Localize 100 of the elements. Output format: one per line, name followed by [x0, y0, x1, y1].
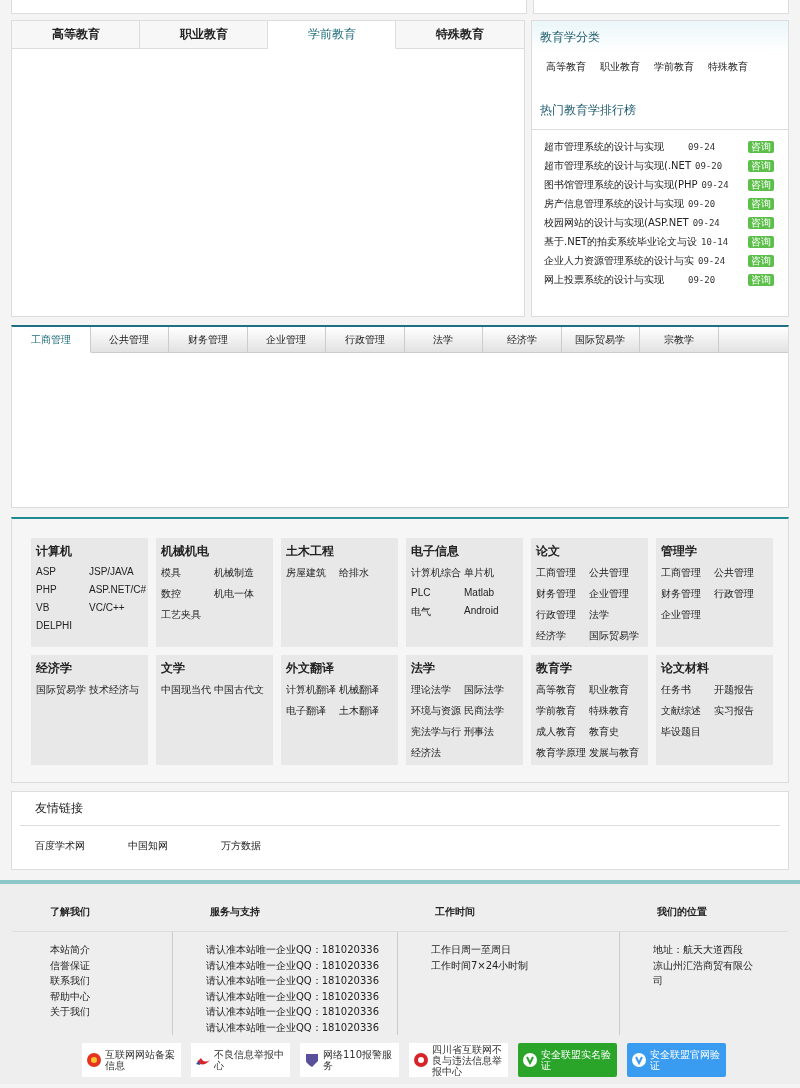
subcategory-link[interactable]: 电气 [411, 605, 431, 619]
subcategory-link[interactable]: 法学 [589, 608, 609, 622]
subcategory-link[interactable]: 经济学 [536, 629, 566, 643]
footer-link[interactable]: 工作时间7×24小时制 [431, 957, 619, 973]
footer-link[interactable]: 请认准本站唯一企业QQ：181020336 [206, 942, 397, 958]
subcategory-link[interactable]: 行政管理 [536, 608, 576, 622]
subcategory-link[interactable]: 任务书 [661, 683, 691, 697]
footer-link[interactable]: 联系我们 [50, 973, 172, 989]
ranking-link[interactable]: 网上投票系统的设计与实现 [544, 272, 684, 287]
category-title[interactable]: 管理学 [661, 543, 697, 560]
certification-badge[interactable]: 网络110报警服务 [300, 1043, 399, 1077]
tab[interactable]: 经济学 [483, 327, 562, 353]
subcategory-link[interactable]: VC/C++ [89, 602, 125, 613]
subcategory-link[interactable]: 企业管理 [589, 587, 629, 601]
footer-link[interactable]: 地址：航天大道西段 [653, 942, 753, 958]
subcategory-link[interactable]: JSP/JAVA [89, 566, 134, 577]
category-link[interactable]: 高等教育 [546, 60, 586, 74]
subcategory-link[interactable]: DELPHI [36, 620, 73, 631]
footer-link[interactable]: 本站简介 [50, 942, 172, 958]
category-title[interactable]: 论文 [536, 543, 560, 560]
subcategory-link[interactable]: 开题报告 [714, 683, 754, 697]
subcategory-link[interactable]: 单片机 [464, 566, 494, 580]
subcategory-link[interactable]: 工艺夹具 [161, 608, 201, 622]
category-link[interactable]: 职业教育 [600, 60, 640, 74]
subcategory-link[interactable]: 经济法 [411, 746, 441, 760]
category-title[interactable]: 电子信息 [411, 543, 459, 560]
subcategory-link[interactable]: 教育史 [589, 725, 619, 739]
tab[interactable]: 职业教育 [140, 21, 268, 49]
subcategory-link[interactable]: 行政管理 [714, 587, 754, 601]
subcategory-link[interactable]: 土木翻译 [339, 704, 379, 718]
ranking-link[interactable]: 图书馆管理系统的设计与实现(PHP [544, 177, 698, 192]
subcategory-link[interactable]: 企业管理 [661, 608, 701, 622]
footer-link[interactable]: 信誉保证 [50, 957, 172, 973]
subcategory-link[interactable]: 模具 [161, 566, 181, 580]
subcategory-link[interactable]: Matlab [464, 587, 494, 598]
category-link[interactable]: 特殊教育 [708, 60, 748, 74]
subcategory-link[interactable]: 中国现当代 [161, 683, 211, 697]
subcategory-link[interactable]: 机械制造 [214, 566, 254, 580]
footer-link[interactable]: 请认准本站唯一企业QQ：181020336 [206, 988, 397, 1004]
subcategory-link[interactable]: 环境与资源 [411, 704, 461, 718]
ranking-link[interactable]: 房产信息管理系统的设计与实现 [544, 196, 684, 211]
friend-link[interactable]: 百度学术网 [35, 839, 128, 853]
footer-link[interactable]: 请认准本站唯一企业QQ：181020336 [206, 1019, 397, 1035]
footer-link[interactable]: 帮助中心 [50, 988, 172, 1004]
subcategory-link[interactable]: 工商管理 [661, 566, 701, 580]
subcategory-link[interactable]: 财务管理 [536, 587, 576, 601]
subcategory-link[interactable]: 国际贸易学 [589, 629, 639, 643]
tab[interactable]: 高等教育 [12, 21, 140, 49]
tab[interactable]: 特殊教育 [396, 21, 524, 49]
subcategory-link[interactable]: 发展与教育 [589, 746, 639, 760]
subcategory-link[interactable]: 成人教育 [536, 725, 576, 739]
footer-link[interactable]: 请认准本站唯一企业QQ：181020336 [206, 973, 397, 989]
category-title[interactable]: 外文翻译 [286, 660, 334, 677]
subcategory-link[interactable]: ASP [36, 566, 56, 577]
subcategory-link[interactable]: 宪法学与行 [411, 725, 461, 739]
tab[interactable]: 宗教学 [640, 327, 719, 353]
tab[interactable]: 公共管理 [90, 327, 169, 353]
tab[interactable]: 法学 [404, 327, 483, 353]
footer-link[interactable]: 请认准本站唯一企业QQ：181020336 [206, 1004, 397, 1020]
category-title[interactable]: 机械机电 [161, 543, 209, 560]
subcategory-link[interactable]: 文献综述 [661, 704, 701, 718]
subcategory-link[interactable]: 特殊教育 [589, 704, 629, 718]
subcategory-link[interactable]: 电子翻译 [286, 704, 326, 718]
subcategory-link[interactable]: 职业教育 [589, 683, 629, 697]
subcategory-link[interactable]: PLC [411, 587, 431, 598]
tab[interactable]: 国际贸易学 [561, 327, 640, 353]
subcategory-link[interactable]: 房屋建筑 [286, 566, 326, 580]
subcategory-link[interactable]: ASP.NET/C# [89, 584, 147, 595]
friend-link[interactable]: 中国知网 [128, 839, 221, 853]
ranking-link[interactable]: 超市管理系统的设计与实现(.NET [544, 158, 691, 173]
category-title[interactable]: 经济学 [36, 660, 72, 677]
subcategory-link[interactable]: 机电一体 [214, 587, 254, 601]
certification-badge[interactable]: 不良信息举报中心 [191, 1043, 290, 1077]
subcategory-link[interactable]: 高等教育 [536, 683, 576, 697]
subcategory-link[interactable]: 技术经济与 [89, 683, 139, 697]
footer-link[interactable]: 关于我们 [50, 1004, 172, 1020]
category-title[interactable]: 论文材料 [661, 660, 709, 677]
ranking-link[interactable]: 校园网站的设计与实现(ASP.NET [544, 215, 689, 230]
subcategory-link[interactable]: VB [36, 602, 50, 613]
subcategory-link[interactable]: 机械翻译 [339, 683, 379, 697]
subcategory-link[interactable]: 计算机翻译 [286, 683, 336, 697]
category-title[interactable]: 土木工程 [286, 543, 334, 560]
subcategory-link[interactable]: 财务管理 [661, 587, 701, 601]
ranking-link[interactable]: 基于.NET的拍卖系统毕业论文与设 [544, 234, 698, 249]
subcategory-link[interactable]: 计算机综合 [411, 566, 461, 580]
subcategory-link[interactable]: 毕设题目 [661, 725, 701, 739]
subcategory-link[interactable]: 教育学原理 [536, 746, 586, 760]
footer-link[interactable]: 凉山州汇浩商贸有限公司 [653, 957, 753, 989]
subcategory-link[interactable]: 学前教育 [536, 704, 576, 718]
category-title[interactable]: 计算机 [36, 543, 72, 560]
category-link[interactable]: 学前教育 [654, 60, 694, 74]
subcategory-link[interactable]: 中国古代文 [214, 683, 264, 697]
subcategory-link[interactable]: 给排水 [339, 566, 369, 580]
ranking-link[interactable]: 超市管理系统的设计与实现 [544, 139, 684, 154]
subcategory-link[interactable]: 国际法学 [464, 683, 504, 697]
category-title[interactable]: 教育学 [536, 660, 572, 677]
certification-badge[interactable]: 四川省互联网不良与违法信息举报中心 [409, 1043, 508, 1077]
tab[interactable]: 企业管理 [247, 327, 326, 353]
ranking-link[interactable]: 企业人力资源管理系统的设计与实 [544, 253, 694, 268]
footer-link[interactable]: 请认准本站唯一企业QQ：181020336 [206, 957, 397, 973]
